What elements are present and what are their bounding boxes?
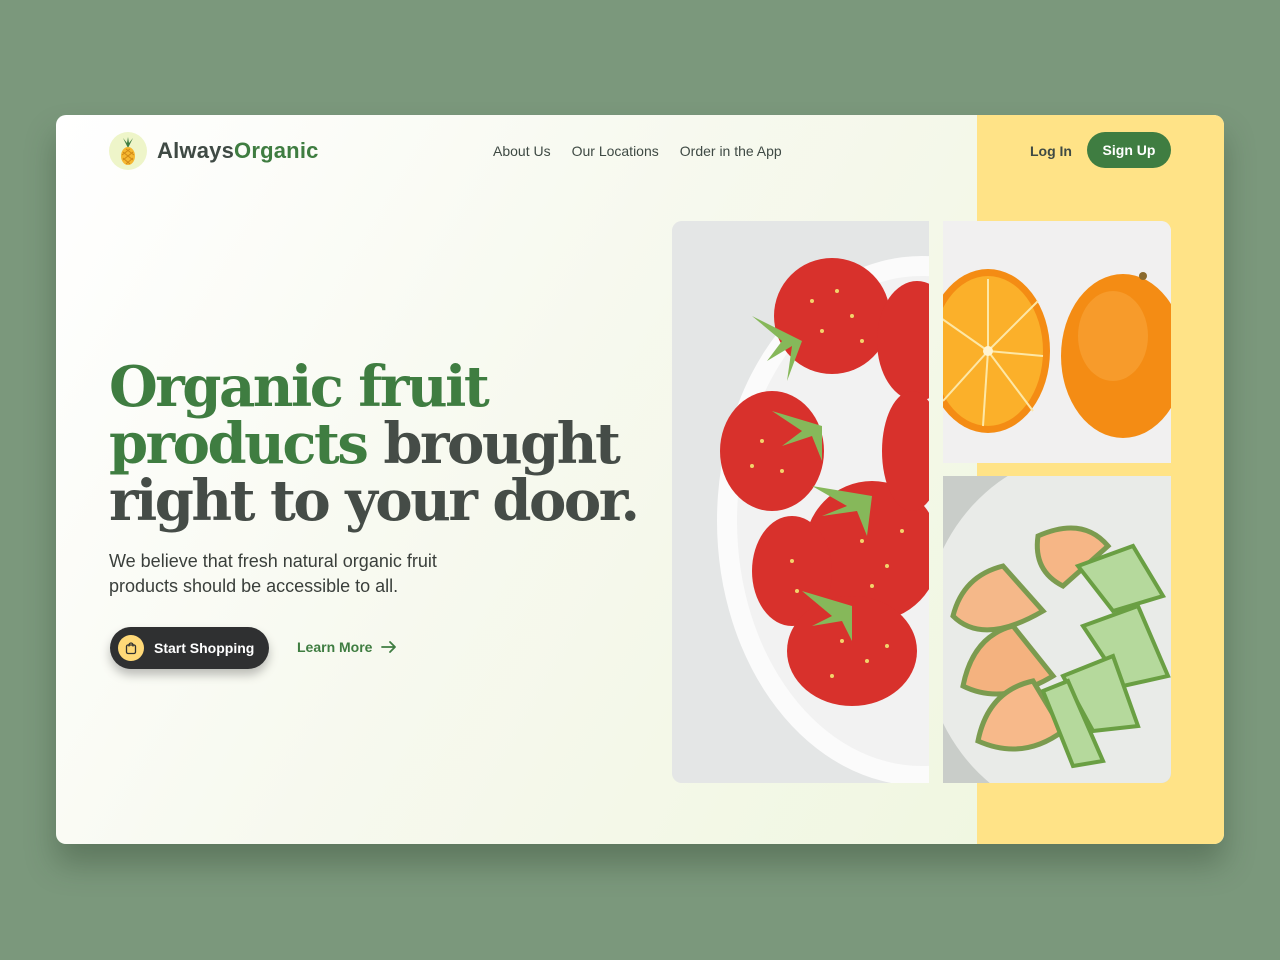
learn-more-label: Learn More — [297, 639, 373, 655]
melon-image — [943, 476, 1171, 783]
start-shopping-label: Start Shopping — [154, 640, 255, 656]
start-shopping-button[interactable]: Start Shopping — [110, 627, 269, 669]
hero-headline: Organic fruit products brought right to … — [109, 359, 669, 530]
nav-item-about-us[interactable]: About Us — [493, 143, 551, 159]
oranges-image — [943, 221, 1171, 463]
brand-logo[interactable]: AlwaysOrganic — [109, 132, 319, 170]
strawberries-image — [672, 221, 929, 783]
login-link[interactable]: Log In — [1030, 143, 1072, 159]
signup-button[interactable]: Sign Up — [1087, 132, 1171, 168]
nav-item-order-in-app[interactable]: Order in the App — [680, 143, 782, 159]
hero-subtitle: We believe that fresh natural organic fr… — [109, 551, 437, 596]
brand-name-part2: Organic — [234, 138, 319, 163]
brand-name-part1: Always — [157, 138, 235, 163]
pineapple-icon — [109, 132, 147, 170]
nav-item-our-locations[interactable]: Our Locations — [572, 143, 659, 159]
arrow-right-icon — [381, 641, 397, 653]
hero-card: AlwaysOrganic About Us Our Locations Ord… — [56, 115, 1224, 844]
brand-name: AlwaysOrganic — [157, 138, 319, 164]
shopping-bag-icon — [118, 635, 144, 661]
main-nav: About Us Our Locations Order in the App — [493, 143, 782, 159]
learn-more-link[interactable]: Learn More — [297, 639, 397, 655]
